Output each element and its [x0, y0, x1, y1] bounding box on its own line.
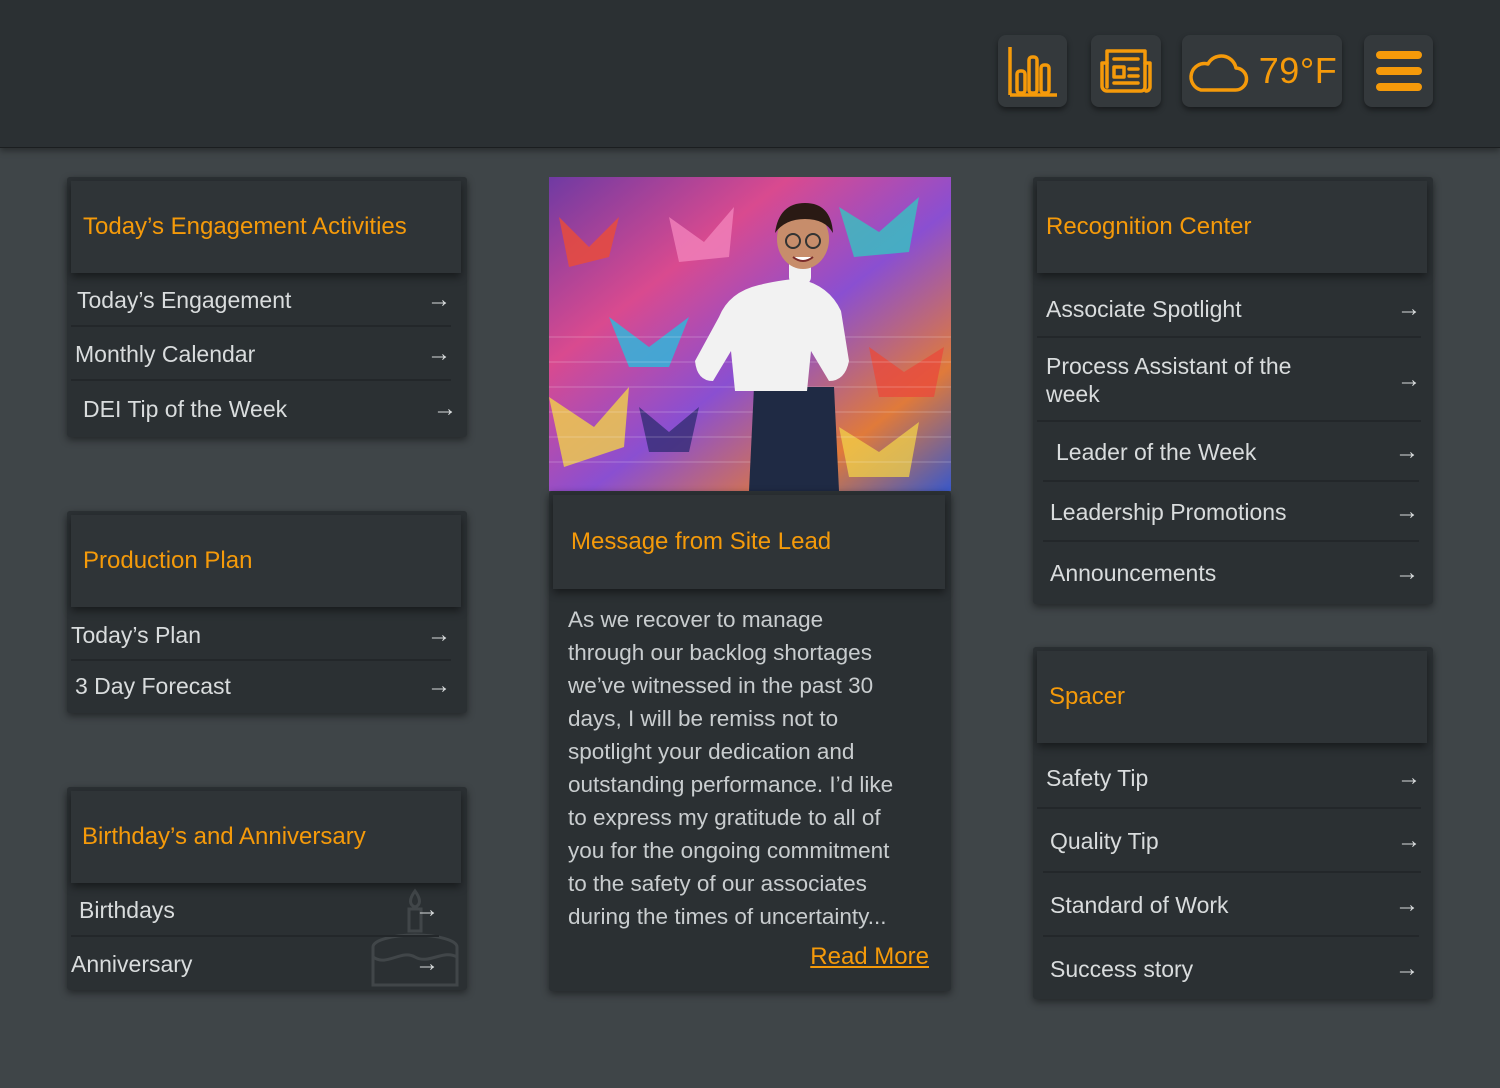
list-item-label: Announcements [1050, 559, 1217, 586]
engagement-item-todays-engagement[interactable]: Today’s Engagement → [71, 275, 451, 327]
list-item-label: Safety Tip [1046, 764, 1149, 791]
list-item-label: Leader of the Week [1056, 438, 1257, 465]
arrow-right-icon: → [1397, 827, 1421, 854]
list-item-label: Process Assistant of the week [1046, 353, 1292, 407]
production-item-3-day-forecast[interactable]: 3 Day Forecast → [71, 661, 451, 711]
production-card-header: Production Plan [71, 515, 461, 607]
menu-button[interactable] [1364, 35, 1433, 107]
message-card-header: Message from Site Lead [553, 495, 945, 589]
recognition-card-header: Recognition Center [1037, 181, 1427, 273]
read-more-link[interactable]: Read More [810, 943, 929, 971]
spacer-item-success-story[interactable]: Success story → [1043, 939, 1419, 999]
production-card: Production Plan Today’s Plan → 3 Day For… [67, 511, 467, 713]
recognition-item-leader-of-week[interactable]: Leader of the Week → [1043, 424, 1419, 482]
spacer-card: Spacer Safety Tip → Quality Tip → Standa… [1033, 647, 1433, 999]
list-item-label: Monthly Calendar [75, 340, 256, 367]
cloud-icon [1189, 54, 1249, 92]
production-card-title: Production Plan [83, 547, 253, 574]
recognition-item-process-assistant[interactable]: Process Assistant of the week → [1037, 340, 1421, 422]
message-card-title: Message from Site Lead [571, 528, 832, 555]
list-item-label: Today’s Plan [71, 621, 201, 648]
arrow-right-icon: → [427, 621, 451, 648]
arrow-right-icon: → [1395, 955, 1419, 982]
newspaper-icon [1100, 49, 1152, 93]
list-item-label: Quality Tip [1050, 827, 1159, 854]
spacer-card-title: Spacer [1049, 683, 1126, 710]
arrow-right-icon: → [427, 672, 451, 699]
birthday-card-header: Birthday’s and Anniversary [71, 791, 461, 883]
message-body: As we recover to manage through our back… [568, 607, 894, 929]
list-item-label: Today’s Engagement [77, 286, 292, 313]
production-item-todays-plan[interactable]: Today’s Plan → [71, 611, 451, 661]
list-item-label: Anniversary [71, 950, 193, 977]
arrow-right-icon: → [1395, 498, 1419, 525]
birthday-item-birthdays[interactable]: Birthdays → [71, 885, 439, 937]
birthday-card-title: Birthday’s and Anniversary [82, 823, 366, 850]
list-item-label: DEI Tip of the Week [83, 395, 288, 422]
list-item-label: Birthdays [79, 896, 175, 923]
arrow-right-icon: → [1397, 366, 1421, 393]
birthday-item-anniversary[interactable]: Anniversary → [71, 938, 439, 990]
message-card: Message from Site Lead As we recover to … [549, 491, 951, 991]
engagement-card-title: Today’s Engagement Activities [83, 213, 407, 240]
top-bar: 79°F [0, 0, 1500, 148]
arrow-right-icon: → [1397, 295, 1421, 322]
recognition-card: Recognition Center Associate Spotlight →… [1033, 177, 1433, 604]
stats-button[interactable] [998, 35, 1067, 107]
arrow-right-icon: → [427, 340, 451, 367]
spacer-item-quality-tip[interactable]: Quality Tip → [1043, 811, 1421, 873]
site-lead-photo [549, 177, 951, 491]
engagement-item-dei-tip[interactable]: DEI Tip of the Week → [71, 383, 457, 435]
list-item-label: Standard of Work [1050, 891, 1229, 918]
arrow-right-icon: → [427, 286, 451, 313]
list-item-label: Success story [1050, 955, 1194, 982]
news-button[interactable] [1091, 35, 1161, 107]
birthday-card: Birthday’s and Anniversary Birthdays → A… [67, 787, 467, 990]
list-item-label: 3 Day Forecast [75, 672, 231, 699]
arrow-right-icon: → [1395, 891, 1419, 918]
arrow-right-icon: → [1395, 438, 1419, 465]
bar-chart-icon [1007, 47, 1057, 97]
spacer-item-standard-of-work[interactable]: Standard of Work → [1043, 875, 1419, 937]
hamburger-menu-icon [1375, 51, 1422, 91]
graffiti-wall-image [549, 177, 951, 491]
recognition-item-announcements[interactable]: Announcements → [1043, 544, 1419, 602]
spacer-card-header: Spacer [1037, 651, 1427, 743]
list-item-label: Associate Spotlight [1046, 295, 1242, 322]
arrow-right-icon: → [1395, 559, 1419, 586]
arrow-right-icon: → [1397, 764, 1421, 791]
list-item-label: Leadership Promotions [1050, 498, 1287, 525]
engagement-card-header: Today’s Engagement Activities [71, 181, 461, 273]
engagement-card: Today’s Engagement Activities Today’s En… [67, 177, 467, 437]
recognition-item-leadership-promotions[interactable]: Leadership Promotions → [1043, 484, 1419, 542]
weather-temperature: 79°F [1258, 50, 1338, 91]
weather-widget[interactable]: 79°F [1182, 35, 1342, 107]
engagement-item-monthly-calendar[interactable]: Monthly Calendar → [71, 329, 451, 381]
spacer-item-safety-tip[interactable]: Safety Tip → [1037, 749, 1421, 809]
arrow-right-icon: → [415, 896, 439, 923]
recognition-card-title: Recognition Center [1046, 213, 1252, 240]
arrow-right-icon: → [433, 395, 457, 422]
recognition-item-associate-spotlight[interactable]: Associate Spotlight → [1037, 282, 1421, 338]
arrow-right-icon: → [415, 950, 439, 977]
